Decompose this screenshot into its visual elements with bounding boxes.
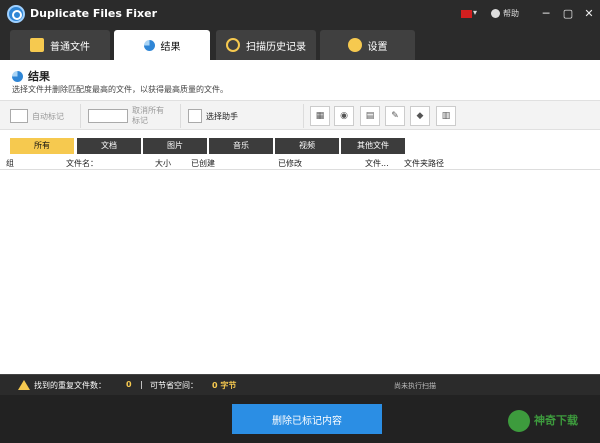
toolbar-divider (180, 104, 181, 128)
export-icon[interactable]: ▤ (360, 106, 380, 126)
auto-mark-label: 自动标记 (32, 111, 64, 121)
duplicates-found-label: 找到的重复文件数： (34, 381, 106, 390)
history-icon (226, 38, 240, 52)
language-flag-icon[interactable] (461, 10, 472, 18)
filter-images[interactable]: 图片 (143, 138, 207, 154)
unmark-all-button[interactable]: 取消所有标记 (88, 104, 170, 128)
help-icon[interactable] (491, 9, 500, 18)
page-subtitle: 选择文件并删除匹配度最高的文件，以获得最高质量的文件。 (12, 85, 228, 94)
eraser-icon[interactable]: ◆ (410, 106, 430, 126)
tab-scan-history[interactable]: 扫描历史记录 (216, 30, 316, 60)
delete-marked-button[interactable]: 删除已标记内容 (232, 404, 382, 434)
tab-normal-files[interactable]: 普通文件 (10, 30, 110, 60)
select-assistant-button[interactable]: 选择助手 (188, 104, 238, 128)
minimize-button[interactable]: ─ (536, 5, 556, 23)
column-size[interactable]: 大小 (155, 158, 171, 169)
space-saved-label: 可节省空间： (150, 381, 198, 390)
column-folder-path[interactable]: 文件夹路径 (404, 158, 444, 169)
column-file-type[interactable]: 文件... (365, 158, 389, 169)
edit-icon[interactable]: ✎ (385, 106, 405, 126)
filter-all[interactable]: 所有 (10, 138, 74, 154)
toolbar-divider (80, 104, 81, 128)
tab-settings[interactable]: 设置 (320, 30, 415, 60)
location-icon[interactable]: ◉ (334, 106, 354, 126)
tab-label: 结果 (160, 41, 181, 53)
report-icon[interactable]: ▥ (436, 106, 456, 126)
toolbar-divider (303, 104, 304, 128)
tab-label: 设置 (367, 41, 388, 53)
checkbox-icon (188, 109, 202, 123)
main-tabs: 普通文件 结果 扫描历史记录 设置 (0, 28, 600, 60)
filter-videos[interactable]: 视频 (275, 138, 339, 154)
title-bar: Duplicate Files Fixer ▾ 帮助 ─ ▢ ✕ (0, 0, 600, 28)
page-title: 结果 (12, 68, 50, 84)
app-logo-icon (7, 5, 25, 23)
watermark-logo-icon (508, 410, 530, 432)
gear-icon (347, 38, 362, 52)
help-menu[interactable]: 帮助 (503, 8, 519, 19)
footer: 删除已标记内容 神奇下载 (0, 395, 600, 443)
column-modified[interactable]: 已修改 (278, 158, 302, 169)
restore-button[interactable]: ▢ (558, 5, 578, 23)
close-button[interactable]: ✕ (579, 5, 599, 23)
status-bar: 找到的重复文件数： 0 | 可节省空间： 0 字节 尚未执行扫描 (0, 374, 600, 395)
column-file-name[interactable]: 文件名： (66, 158, 98, 169)
select-assistant-label: 选择助手 (206, 111, 238, 121)
tab-label: 普通文件 (50, 41, 90, 53)
pie-chart-icon (143, 39, 155, 51)
document-icon (30, 38, 44, 52)
filter-other-files[interactable]: 其他文件 (341, 138, 405, 154)
status-separator: | (140, 380, 143, 389)
tab-label: 扫描历史记录 (246, 41, 306, 53)
results-panel: 结果 选择文件并删除匹配度最高的文件，以获得最高质量的文件。 自动标记 取消所有… (0, 60, 600, 374)
unmark-all-label: 取消所有标记 (132, 106, 164, 125)
auto-mark-button[interactable]: 自动标记 (10, 104, 64, 128)
results-table-header: 组 文件名： 大小 已创建 已修改 文件... 文件夹路径 (0, 156, 600, 170)
space-saved-value: 0 字节 (212, 381, 237, 390)
results-toolbar: 自动标记 取消所有标记 选择助手 ▦ ◉ ▤ ✎ ◆ ▥ (0, 100, 600, 130)
unmark-icon (88, 109, 128, 123)
scan-state-text: 尚未执行扫描 (394, 382, 436, 390)
filter-music[interactable]: 音乐 (209, 138, 273, 154)
column-group[interactable]: 组 (6, 158, 14, 169)
warning-icon (18, 380, 30, 390)
page-title-text: 结果 (28, 70, 50, 83)
filter-documents[interactable]: 文档 (77, 138, 141, 154)
chevron-down-icon[interactable]: ▾ (473, 8, 477, 17)
grid-view-icon[interactable]: ▦ (310, 106, 330, 126)
file-type-filters: 所有 文档 图片 音乐 视频 其他文件 (0, 138, 600, 156)
app-title: Duplicate Files Fixer (30, 7, 158, 20)
pie-chart-icon (12, 70, 23, 82)
tab-results[interactable]: 结果 (114, 30, 210, 60)
monitor-icon (10, 109, 28, 123)
column-created[interactable]: 已创建 (191, 158, 215, 169)
duplicates-found-value: 0 (126, 380, 132, 389)
watermark-text: 神奇下载 (534, 414, 578, 427)
